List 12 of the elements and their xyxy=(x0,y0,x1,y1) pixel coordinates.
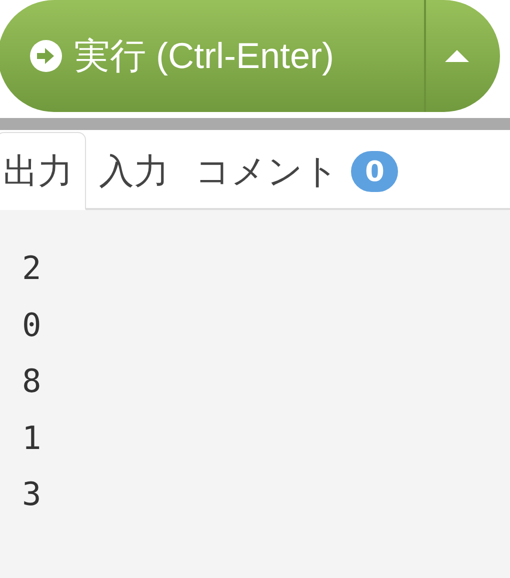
output-line: 3 xyxy=(22,474,42,515)
output-line: 0 xyxy=(22,304,42,346)
output-line: 2 xyxy=(22,248,42,289)
caret-icon xyxy=(445,50,469,62)
dropdown-button[interactable] xyxy=(426,0,500,112)
tab[interactable]: コメント 0 xyxy=(182,132,412,210)
arrow-circle-icon xyxy=(30,40,62,72)
output-line: 1 xyxy=(22,418,42,458)
output-line: 8 xyxy=(22,361,42,402)
tab[interactable]: 出力 xyxy=(0,132,86,210)
tab[interactable]: 入力 xyxy=(86,132,182,210)
count-badge: 0 xyxy=(351,150,398,192)
